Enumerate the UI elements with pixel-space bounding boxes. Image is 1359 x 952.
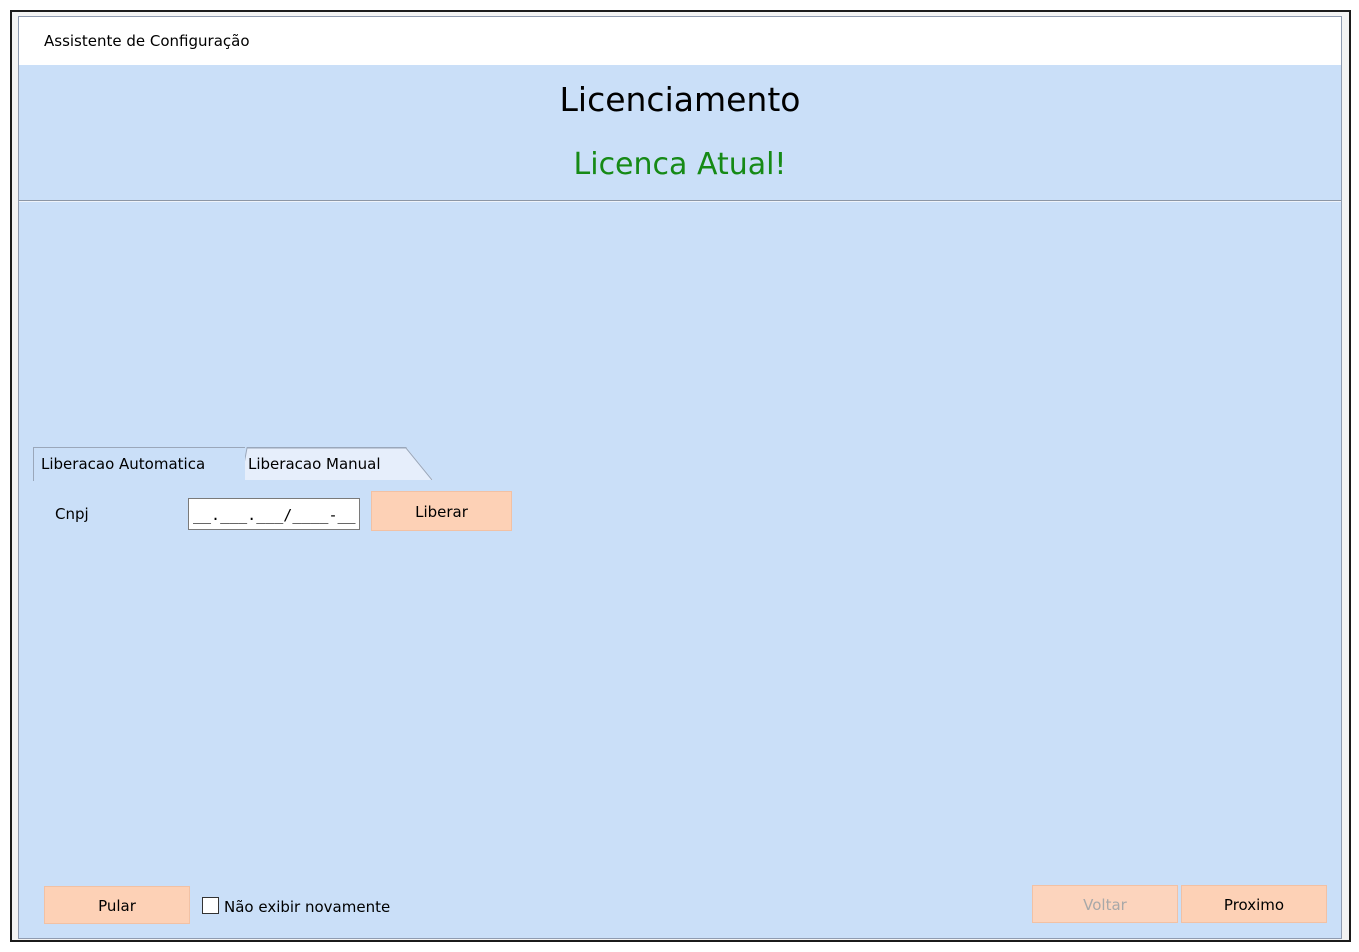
next-button[interactable]: Proximo — [1181, 885, 1327, 923]
skip-button[interactable]: Pular — [44, 886, 190, 924]
window-title: Assistente de Configuração — [44, 32, 250, 50]
title-bar: Assistente de Configuração — [19, 17, 1341, 65]
liberar-button[interactable]: Liberar — [371, 491, 512, 531]
tab-label: Liberacao Automatica — [41, 455, 206, 473]
license-status: Licenca Atual! — [573, 147, 787, 182]
dont-show-again-checkbox[interactable] — [202, 897, 219, 914]
tab-liberacao-automatica[interactable]: Liberacao Automatica — [33, 447, 245, 481]
cnpj-label: Cnpj — [55, 505, 89, 523]
dont-show-again-label: Não exibir novamente — [224, 898, 391, 916]
tab-manual-outline — [241, 447, 433, 480]
page-title: Licenciamento — [559, 80, 801, 119]
header-divider — [19, 200, 1341, 201]
cnpj-input[interactable]: __.___.___/____-__ — [188, 498, 360, 530]
wizard-window: Assistente de Configuração Licenciamento… — [18, 16, 1342, 939]
back-button[interactable]: Voltar — [1032, 885, 1178, 923]
